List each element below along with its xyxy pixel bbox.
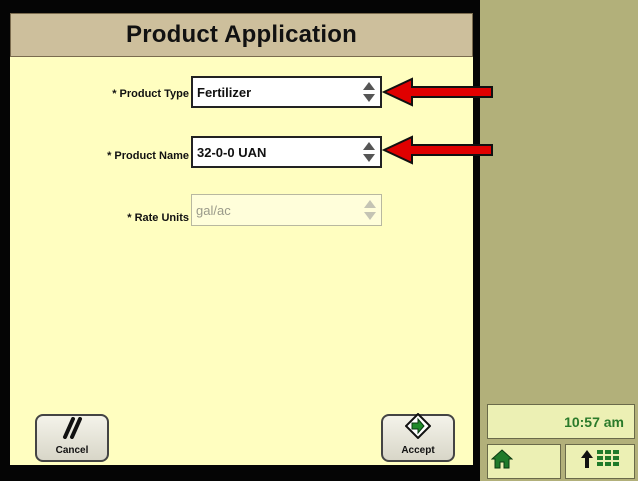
accept-button[interactable]: Accept xyxy=(381,412,455,462)
menu-grid-icon xyxy=(580,447,620,476)
menu-button[interactable] xyxy=(565,444,635,479)
product-name-label: * Product Name xyxy=(107,150,189,162)
product-type-value: Fertilizer xyxy=(197,84,252,100)
title-bar: Product Application xyxy=(10,13,473,57)
spin-updown-icon xyxy=(361,197,379,223)
clock-time: 10:57 am xyxy=(564,413,624,430)
rate-units-select: gal/ac xyxy=(191,194,382,226)
rate-units-label: * Rate Units xyxy=(127,212,189,224)
product-application-dialog: Product Application * Product Type Ferti… xyxy=(0,0,493,481)
home-button[interactable] xyxy=(487,444,561,479)
clock-display: 10:57 am xyxy=(487,404,635,439)
product-type-label: * Product Type xyxy=(112,88,189,100)
red-arrow-icon xyxy=(381,77,494,112)
cancel-label: Cancel xyxy=(55,445,89,456)
product-name-select[interactable]: 32-0-0 UAN xyxy=(191,136,382,168)
red-arrow-icon xyxy=(381,135,494,170)
cancel-slash-icon xyxy=(59,417,85,444)
cancel-button[interactable]: Cancel xyxy=(35,414,109,462)
product-name-value: 32-0-0 UAN xyxy=(197,144,267,160)
rate-units-value: gal/ac xyxy=(196,202,231,218)
dialog-content: * Product Type Fertilizer * Product Name… xyxy=(10,57,493,465)
home-icon xyxy=(490,448,514,475)
spin-updown-icon[interactable] xyxy=(360,139,378,165)
accept-arrow-icon xyxy=(404,412,432,444)
accept-label: Accept xyxy=(401,445,435,456)
product-type-select[interactable]: Fertilizer xyxy=(191,76,382,108)
spin-updown-icon[interactable] xyxy=(360,79,378,105)
dialog-title: Product Application xyxy=(126,21,357,48)
